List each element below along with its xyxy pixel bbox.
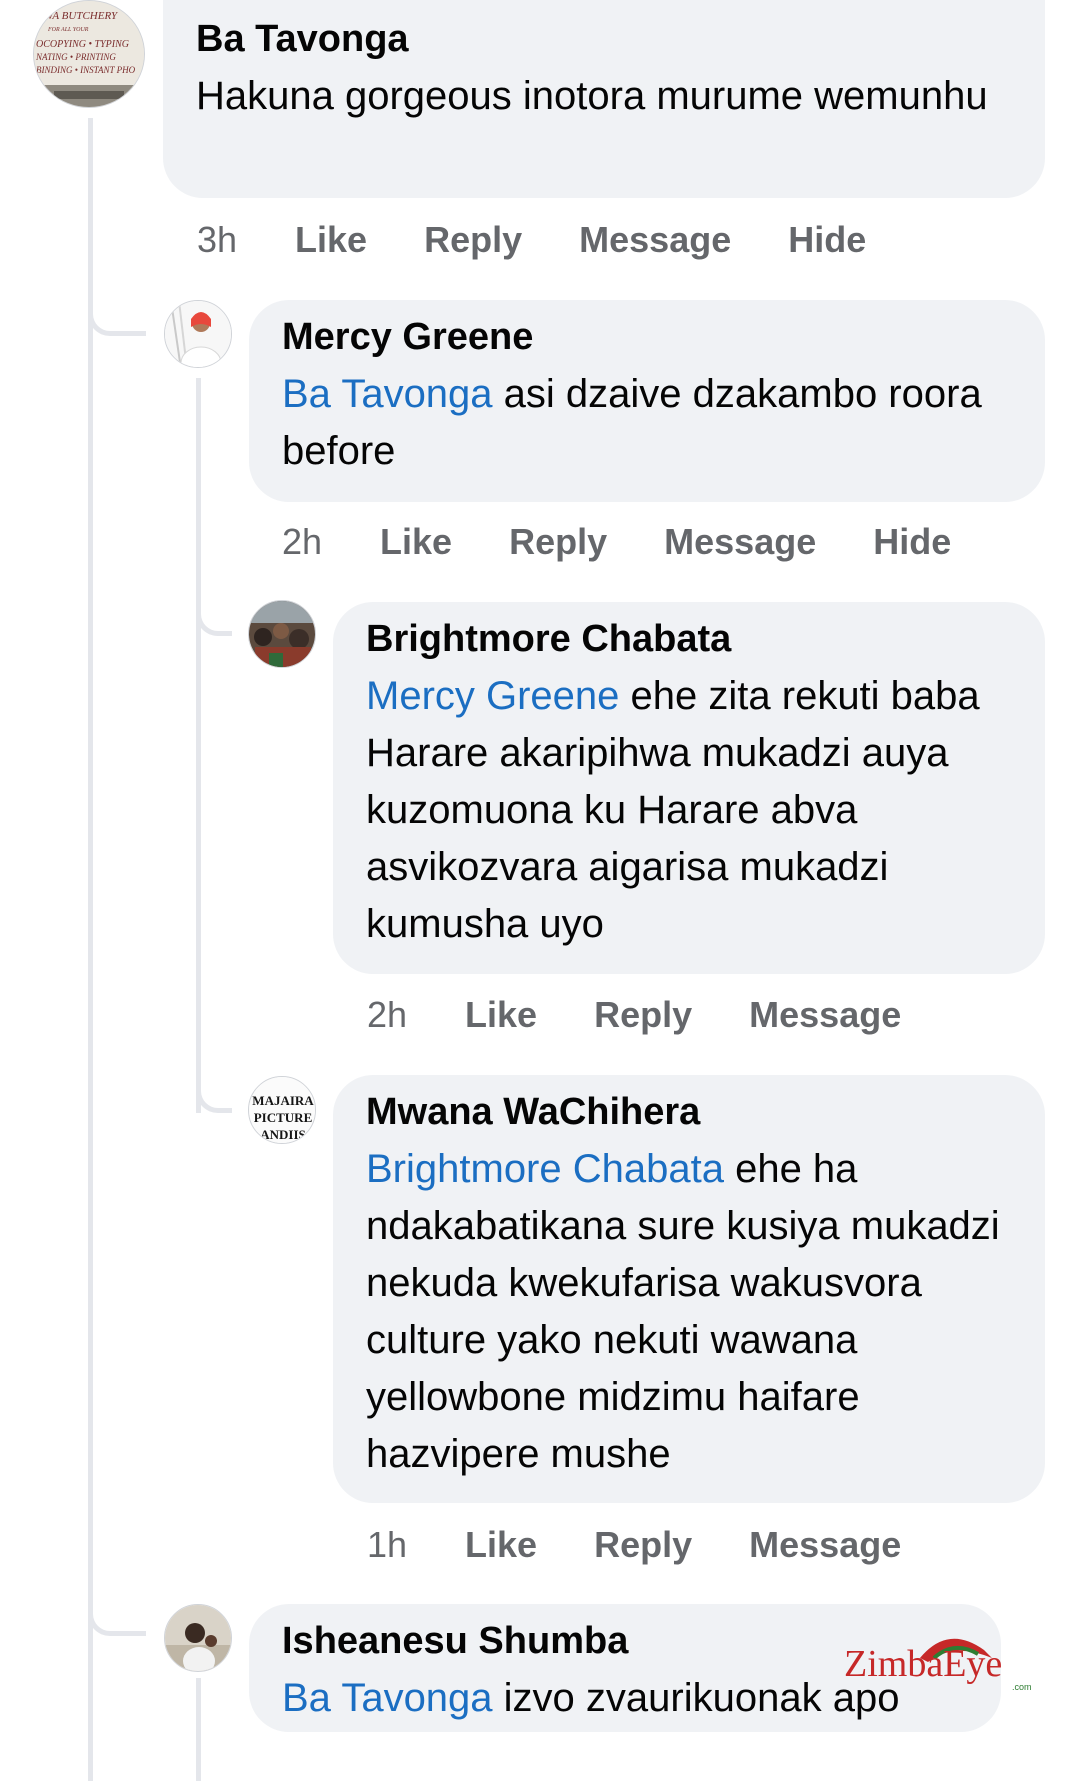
message-button[interactable]: Message	[749, 994, 901, 1036]
comment-bubble: Mercy Greene Ba Tavonga asi dzaive dzaka…	[249, 300, 1045, 502]
hide-button[interactable]: Hide	[873, 521, 951, 563]
avatar[interactable]: MAJAIRA PICTURE ANDIIS	[248, 1076, 316, 1144]
message-button[interactable]: Message	[579, 219, 731, 261]
comment-actions: 2h Like Reply Message	[367, 990, 958, 1040]
comment-author[interactable]: Mercy Greene	[282, 312, 1015, 362]
comment-actions: 1h Like Reply Message	[367, 1520, 958, 1570]
comment-bubble: Brightmore Chabata Mercy Greene ehe zita…	[333, 602, 1045, 974]
like-button[interactable]: Like	[465, 994, 537, 1036]
comment-time[interactable]: 1h	[367, 1524, 407, 1566]
reply-button[interactable]: Reply	[594, 1524, 692, 1566]
comment-text: Hakuna gorgeous inotora murume wemunhu	[196, 68, 1015, 125]
svg-text:.com: .com	[1012, 1682, 1032, 1692]
comment-text: Brightmore Chabata ehe ha ndakabatikana …	[366, 1141, 1015, 1483]
svg-text:OCOPYING • TYPING: OCOPYING • TYPING	[36, 39, 129, 50]
avatar[interactable]: WA BUTCHERY FOR ALL YOUR OCOPYING • TYPI…	[33, 0, 145, 108]
thread-connector	[88, 1600, 146, 1636]
mention-link[interactable]: Ba Tavonga	[282, 1676, 493, 1720]
avatar-person-image	[165, 1605, 231, 1671]
mention-link[interactable]: Ba Tavonga	[282, 372, 493, 416]
like-button[interactable]: Like	[465, 1524, 537, 1566]
comment-text: Mercy Greene ehe zita rekuti baba Harare…	[366, 668, 1015, 953]
hide-button[interactable]: Hide	[788, 219, 866, 261]
comment-actions: 2h Like Reply Message Hide	[282, 517, 1008, 567]
comment-body: ehe ha ndakabatikana sure kusiya mukadzi…	[366, 1147, 1000, 1476]
thread-line-main	[88, 118, 93, 1781]
reply-button[interactable]: Reply	[509, 521, 607, 563]
avatar-person-image	[165, 301, 231, 367]
comment-bubble: Ba Tavonga Hakuna gorgeous inotora murum…	[163, 0, 1045, 198]
comment-author[interactable]: Mwana WaChihera	[366, 1087, 1015, 1137]
avatar[interactable]	[248, 600, 316, 668]
avatar[interactable]	[164, 1604, 232, 1672]
comment-time[interactable]: 3h	[197, 219, 237, 261]
svg-text:ANDIIS: ANDIIS	[260, 1127, 306, 1142]
mention-link[interactable]: Brightmore Chabata	[366, 1147, 724, 1191]
comment-body: Hakuna gorgeous inotora murume wemunhu	[196, 74, 988, 118]
message-button[interactable]: Message	[749, 1524, 901, 1566]
comment-text: Ba Tavonga asi dzaive dzakambo roora bef…	[282, 366, 1015, 480]
comment-bubble: Mwana WaChihera Brightmore Chabata ehe h…	[333, 1075, 1045, 1503]
like-button[interactable]: Like	[295, 219, 367, 261]
comment-actions: 3h Like Reply Message Hide	[197, 215, 923, 265]
svg-text:MAJAIRA: MAJAIRA	[252, 1093, 314, 1108]
comment-time[interactable]: 2h	[367, 994, 407, 1036]
reply-button[interactable]: Reply	[594, 994, 692, 1036]
svg-text:PICTURE: PICTURE	[254, 1110, 313, 1125]
svg-text:WA BUTCHERY: WA BUTCHERY	[44, 10, 119, 22]
thread-line-reply	[196, 378, 201, 1113]
svg-text:FOR ALL YOUR: FOR ALL YOUR	[47, 27, 89, 33]
comment-time[interactable]: 2h	[282, 521, 322, 563]
thread-connector	[196, 600, 232, 636]
svg-text:NATING • PRINTING: NATING • PRINTING	[35, 52, 116, 62]
avatar-butchery-sign-image: WA BUTCHERY FOR ALL YOUR OCOPYING • TYPI…	[34, 1, 144, 107]
zimbaeye-watermark-logo: ZimbaEye .com	[842, 1628, 1042, 1692]
avatar[interactable]	[164, 300, 232, 368]
thread-connector	[196, 1077, 232, 1113]
thread-line-reply	[196, 1678, 201, 1781]
message-button[interactable]: Message	[664, 521, 816, 563]
comment-author[interactable]: Brightmore Chabata	[366, 614, 1015, 664]
avatar-group-photo-image	[249, 601, 315, 667]
svg-text:BINDING • INSTANT PHO: BINDING • INSTANT PHO	[36, 65, 136, 75]
comment-body: izvo zvaurikuonak apo	[492, 1676, 900, 1720]
svg-text:ZimbaEye: ZimbaEye	[844, 1643, 1002, 1685]
thread-connector	[88, 300, 146, 336]
reply-button[interactable]: Reply	[424, 219, 522, 261]
like-button[interactable]: Like	[380, 521, 452, 563]
mention-link[interactable]: Mercy Greene	[366, 674, 619, 718]
comment-author[interactable]: Ba Tavonga	[196, 14, 1015, 64]
avatar-text-logo-image: MAJAIRA PICTURE ANDIIS	[249, 1077, 315, 1143]
